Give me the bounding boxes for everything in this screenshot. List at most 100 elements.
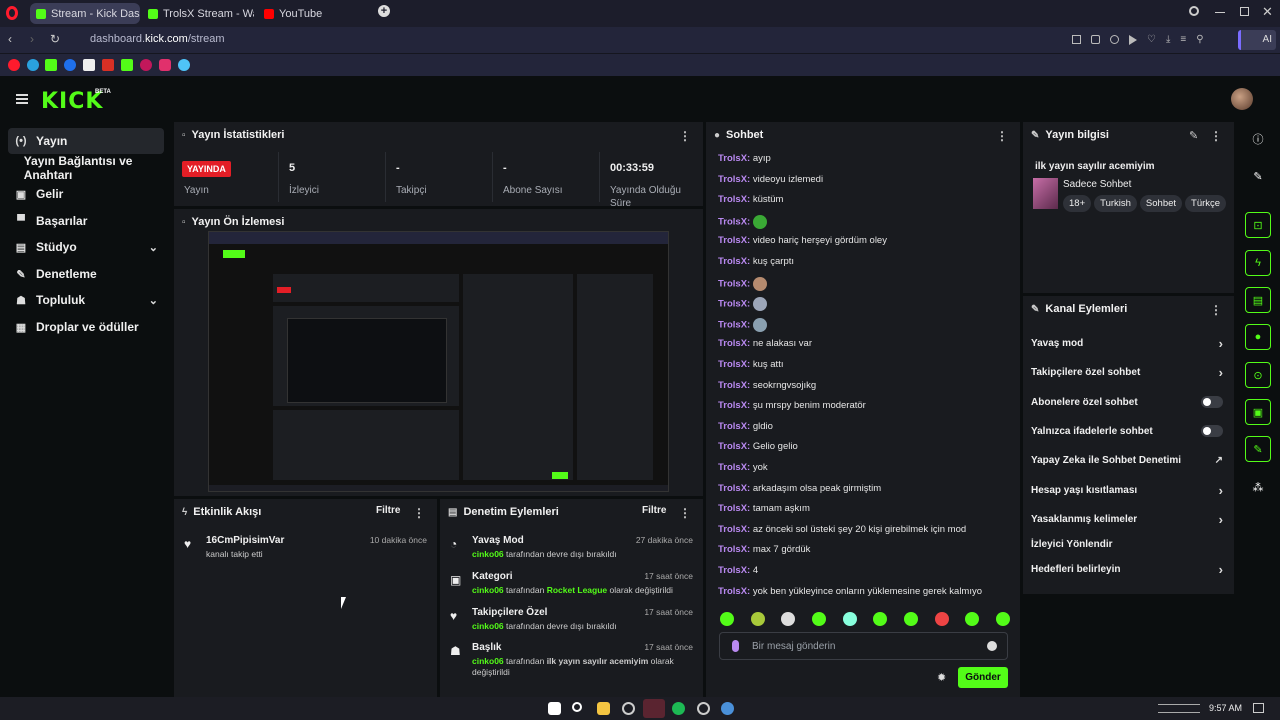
mod-name[interactable]: cinko06 bbox=[472, 585, 504, 595]
action-subscribers-only[interactable]: Abonelere özel sohbet bbox=[1031, 392, 1227, 412]
more-icon[interactable]: ⋮ bbox=[679, 506, 691, 520]
emote-icon[interactable] bbox=[873, 612, 888, 626]
chat-username[interactable]: TrolsX: bbox=[718, 380, 750, 391]
chat-username[interactable]: TrolsX: bbox=[718, 256, 750, 267]
chat-username[interactable]: TrolsX: bbox=[718, 216, 750, 227]
bookmark-icon[interactable] bbox=[83, 59, 95, 71]
minimize-icon[interactable] bbox=[1215, 12, 1225, 13]
more-icon[interactable]: ⋮ bbox=[1210, 303, 1222, 317]
emotes-only-toggle[interactable] bbox=[1201, 425, 1223, 437]
lightning-icon[interactable]: ϟ bbox=[1245, 250, 1271, 276]
emote-icon[interactable] bbox=[965, 612, 980, 626]
menu-icon[interactable]: ≡ bbox=[1180, 35, 1186, 45]
chat-username[interactable]: TrolsX: bbox=[718, 565, 750, 576]
bookmark-icon[interactable] bbox=[159, 59, 171, 71]
emote-icon[interactable] bbox=[995, 612, 1010, 626]
info-icon[interactable]: ⓘ bbox=[1245, 126, 1271, 152]
bookmark-icon[interactable] bbox=[178, 59, 190, 71]
broadcast-icon[interactable]: ⊙ bbox=[1245, 362, 1271, 388]
bookmark-icon[interactable] bbox=[45, 59, 57, 71]
more-icon[interactable]: ⋮ bbox=[679, 129, 691, 143]
tab-youtube[interactable]: YouTube bbox=[258, 3, 368, 24]
url-field[interactable]: dashboard.kick.com/stream bbox=[90, 33, 225, 45]
chat-input[interactable]: Bir mesaj gönderin bbox=[752, 641, 835, 652]
download-icon[interactable]: ⤓ bbox=[1166, 35, 1170, 45]
hamburger-menu-icon[interactable] bbox=[16, 94, 28, 104]
bookmark-icon[interactable] bbox=[121, 59, 133, 71]
sidebar-item-stream-key[interactable]: Yayın Bağlantısı ve Anahtarı bbox=[8, 154, 172, 182]
chat-username[interactable]: TrolsX: bbox=[718, 421, 750, 432]
sidebar-item-basarilar[interactable]: ▀ Başarılar bbox=[8, 208, 164, 234]
chat-username[interactable]: TrolsX: bbox=[718, 544, 750, 555]
chat-username[interactable]: TrolsX: bbox=[718, 400, 750, 411]
file-explorer-icon[interactable] bbox=[597, 702, 610, 715]
play-icon[interactable] bbox=[1129, 35, 1137, 45]
sidebar-item-denetleme[interactable]: ✎ Denetleme bbox=[8, 261, 164, 287]
stream-preview-video[interactable] bbox=[208, 231, 669, 492]
opera-icon[interactable] bbox=[6, 6, 18, 20]
bookmark-icon[interactable] bbox=[140, 59, 152, 71]
chat-username[interactable]: TrolsX: bbox=[718, 338, 750, 349]
mod-name[interactable]: cinko06 bbox=[472, 549, 504, 559]
emote-icon[interactable] bbox=[720, 612, 734, 626]
sidebar-item-studyo[interactable]: ▤ Stüdyo ⌄ bbox=[8, 234, 164, 260]
new-tab-icon[interactable]: + bbox=[378, 5, 390, 17]
chat-username[interactable]: TrolsX: bbox=[718, 524, 750, 535]
chat-username[interactable]: TrolsX: bbox=[718, 586, 750, 597]
tab-kick-dashboard[interactable]: Stream - Kick Dashboard bbox=[30, 3, 140, 24]
more-icon[interactable]: ⋮ bbox=[996, 129, 1008, 143]
emote-icon[interactable] bbox=[811, 612, 826, 626]
chat-username[interactable]: TrolsX: bbox=[718, 441, 750, 452]
subscribers-only-toggle[interactable] bbox=[1201, 396, 1223, 408]
tag[interactable]: Turkish bbox=[1094, 195, 1137, 212]
close-icon[interactable]: ✕ bbox=[1262, 4, 1273, 20]
chat-input-box[interactable]: Bir mesaj gönderin bbox=[719, 632, 1008, 660]
action-ai-moderation[interactable]: Yapay Zeka ile Sohbet Denetimi ↗ bbox=[1031, 450, 1227, 470]
sidebar-item-topluluk[interactable]: ☗ Topluluk ⌄ bbox=[8, 287, 164, 313]
windows-start-icon[interactable] bbox=[548, 702, 561, 715]
heart-icon[interactable]: ♡ bbox=[1147, 35, 1156, 45]
emoji-picker-icon[interactable] bbox=[987, 641, 997, 651]
save-icon[interactable]: ▣ bbox=[1245, 399, 1271, 425]
emote-icon[interactable] bbox=[842, 612, 857, 626]
edit-icon[interactable]: ✎ bbox=[1189, 129, 1198, 142]
tag[interactable]: Türkçe bbox=[1185, 195, 1227, 212]
filter-button[interactable]: Filtre bbox=[376, 505, 400, 516]
filter-button[interactable]: Filtre bbox=[642, 505, 666, 516]
chat-settings-icon[interactable]: ✹ bbox=[937, 671, 946, 684]
network-icon[interactable]: ⁂ bbox=[1245, 474, 1271, 500]
bookmark-icon[interactable] bbox=[27, 59, 39, 71]
bookmark-icon[interactable] bbox=[102, 59, 114, 71]
mod-name[interactable]: cinko06 bbox=[472, 621, 504, 631]
more-icon[interactable]: ⋮ bbox=[1210, 129, 1222, 143]
search-icon[interactable] bbox=[572, 702, 582, 712]
chat-username[interactable]: TrolsX: bbox=[718, 483, 750, 494]
chat-username[interactable]: TrolsX: bbox=[718, 194, 750, 205]
document-icon[interactable]: ▤ bbox=[1245, 287, 1271, 313]
action-raid[interactable]: İzleyici Yönlendir bbox=[1031, 534, 1227, 554]
bookmark-icon[interactable] bbox=[64, 59, 76, 71]
chat-username[interactable]: TrolsX: bbox=[718, 278, 750, 289]
action-slow-mode[interactable]: Yavaş mod › bbox=[1031, 333, 1227, 353]
action-account-age[interactable]: Hesap yaşı kısıtlaması › bbox=[1031, 480, 1227, 500]
sidebar-item-yayin[interactable]: (•) Yayın bbox=[8, 128, 164, 154]
search-icon[interactable] bbox=[1189, 6, 1199, 16]
emote-icon[interactable] bbox=[781, 612, 796, 626]
chat-username[interactable]: TrolsX: bbox=[718, 174, 750, 185]
more-icon[interactable]: ⋮ bbox=[413, 506, 425, 520]
edit-icon[interactable]: ✎ bbox=[1245, 163, 1271, 189]
action-followers-only[interactable]: Takipçilere özel sohbet › bbox=[1031, 362, 1227, 382]
send-button[interactable]: Gönder bbox=[958, 667, 1008, 688]
steam-icon[interactable] bbox=[721, 702, 734, 715]
screen-capture-icon[interactable]: ⊡ bbox=[1245, 212, 1271, 238]
tag[interactable]: 18+ bbox=[1063, 195, 1092, 212]
microphone-icon[interactable] bbox=[732, 640, 739, 652]
bookmark-icon[interactable] bbox=[8, 59, 20, 71]
emote-icon[interactable] bbox=[934, 612, 949, 626]
maximize-icon[interactable] bbox=[1240, 7, 1249, 16]
sidebar-item-droplar[interactable]: ▦ Droplar ve ödüller bbox=[8, 314, 164, 340]
mod-name[interactable]: cinko06 bbox=[472, 656, 504, 666]
reload-icon[interactable]: ↻ bbox=[50, 32, 60, 46]
clock[interactable]: 9:57 AM bbox=[1209, 703, 1242, 713]
system-tray-icons[interactable] bbox=[1158, 704, 1200, 713]
